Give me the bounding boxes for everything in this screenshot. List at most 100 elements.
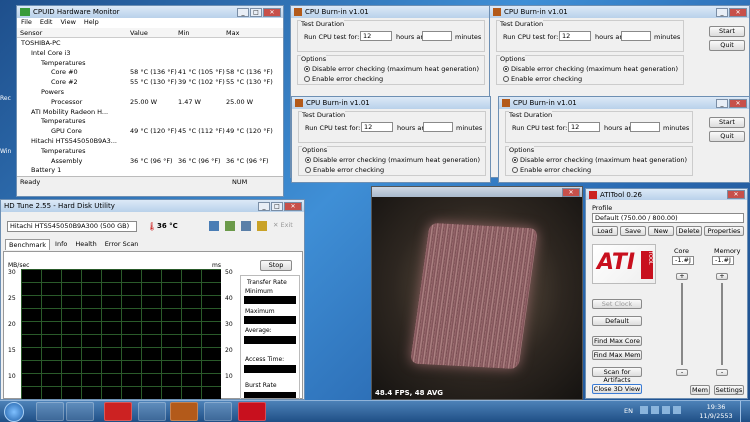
disable-error-radio[interactable]: Disable error checking (maximum heat gen… [304,65,479,73]
desktop-icon-windows[interactable]: Win [0,148,14,155]
close-icon[interactable]: ✕ [284,201,302,211]
col-max[interactable]: Max [226,29,239,37]
load-button[interactable]: Load [592,226,618,236]
new-button[interactable]: New [648,226,674,236]
burnin-titlebar[interactable]: CPU Burn-in v1.01 [291,6,489,18]
sensor-row[interactable]: Temperatures [17,146,283,156]
hours-field[interactable]: 12 [361,122,393,132]
enable-error-radio[interactable]: Enable error checking [305,166,384,174]
maximize-icon[interactable]: □ [250,7,262,17]
exit-button[interactable]: ✕ Exit [273,221,293,231]
sensor-row[interactable]: TOSHIBA-PC [17,38,283,48]
explorer-icon[interactable] [66,402,94,421]
sensor-row[interactable]: Temperatures [17,116,283,126]
burnin-task-icon[interactable] [170,402,198,421]
hours-field[interactable]: 12 [360,31,392,41]
clock-time[interactable]: 19:36 [698,403,734,411]
profile-select[interactable]: Default (750.00 / 800.00) [592,213,744,223]
hdtune-titlebar[interactable]: HD Tune 2.55 - Hard Disk Utility _ □ ✕ [1,200,304,212]
close-icon[interactable]: ✕ [729,98,747,108]
sensor-row[interactable]: ATI Mobility Radeon H... [17,107,283,117]
quit-button[interactable]: Quit [709,40,745,51]
tray-icon[interactable] [662,406,670,414]
minimize-icon[interactable]: _ [716,98,728,108]
col-min[interactable]: Min [178,29,190,37]
tab-benchmark[interactable]: Benchmark [5,239,51,250]
memory-up-button[interactable]: + [716,273,728,280]
default-button[interactable]: Default [592,316,642,326]
close-icon[interactable]: ✕ [562,187,580,197]
burnin-titlebar[interactable]: CPU Burn-in v1.01 [292,97,490,109]
close-icon[interactable]: ✕ [263,7,281,17]
ie-icon[interactable] [36,402,64,421]
drive-select[interactable]: Hitachi HTS545050B9A300 (500 GB) [7,221,137,232]
sensor-row[interactable]: GPU Core 49 °C (120 °F) 45 °C (112 °F) 49 °… [17,126,283,136]
core-slider-track[interactable] [681,283,683,365]
tray-icon[interactable] [651,406,659,414]
settings-button[interactable]: Settings [714,385,744,395]
close-icon[interactable]: ✕ [729,7,747,17]
monitor-task-icon[interactable] [204,402,232,421]
sensor-row[interactable]: Core #2 55 °C (130 °F) 39 °C (102 °F) 55 °C… [17,77,283,87]
menu-file[interactable]: File [21,18,32,28]
disable-error-radio[interactable]: Disable error checking (maximum heat gen… [512,156,687,164]
tool-task-icon[interactable] [138,402,166,421]
copy-text-icon[interactable] [225,221,235,231]
save-button[interactable]: Save [620,226,646,236]
sensor-row[interactable]: Processor 25.00 W 1.47 W 25.00 W [17,97,283,107]
tab-health[interactable]: Health [72,239,99,250]
burnin-titlebar[interactable]: CPU Burn-in v1.01 _ ✕ [490,6,749,18]
minutes-field[interactable] [621,31,651,41]
minimize-icon[interactable]: _ [716,7,728,17]
enable-error-radio[interactable]: Enable error checking [304,75,383,83]
mem-button[interactable]: Mem [690,385,710,395]
col-sensor[interactable]: Sensor [20,29,42,37]
menu-help[interactable]: Help [84,18,99,28]
core-up-button[interactable]: + [676,273,688,280]
hours-field[interactable]: 12 [568,122,600,132]
hdtune-task-icon[interactable] [104,402,132,421]
find-max-mem-button[interactable]: Find Max Mem [592,350,642,360]
desktop-icon-recycle[interactable]: Rec [0,95,14,102]
memory-down-button[interactable]: - [716,369,728,376]
set-clock-button[interactable]: Set Clock [592,299,642,309]
disable-error-radio[interactable]: Disable error checking (maximum heat gen… [503,65,678,73]
minutes-field[interactable] [423,122,453,132]
memory-clock-field[interactable]: -1.#J [712,256,734,265]
burnin-titlebar[interactable]: CPU Burn-in v1.01 _ ✕ [499,97,749,109]
scan-artifacts-button[interactable]: Scan for Artifacts [592,367,642,384]
tab-info[interactable]: Info [52,239,70,250]
stop-button[interactable]: Stop [260,260,292,271]
sensor-row[interactable]: Hitachi HTS545050B9A3... [17,136,283,146]
quit-button[interactable]: Quit [709,131,745,142]
close-icon[interactable]: ✕ [727,190,745,199]
minutes-field[interactable] [630,122,660,132]
memory-slider-track[interactable] [721,283,723,365]
options-icon[interactable] [257,221,267,231]
save-icon[interactable] [241,221,251,231]
menu-edit[interactable]: Edit [40,18,53,28]
core-clock-field[interactable]: -1.#J [672,256,694,265]
minimize-icon[interactable]: _ [258,201,270,211]
hours-field[interactable]: 12 [559,31,591,41]
close-3d-view-button[interactable]: Close 3D View [592,384,642,394]
maximize-icon[interactable]: □ [271,201,283,211]
col-value[interactable]: Value [130,29,148,37]
show-desktop-button[interactable] [740,401,750,422]
start-button[interactable] [4,402,24,422]
sensor-row[interactable]: Intel Core i3 [17,48,283,58]
properties-button[interactable]: Properties [704,226,744,236]
start-button[interactable]: Start [709,26,745,37]
language-indicator[interactable]: EN [624,407,633,415]
sensor-row[interactable]: Assembly 36 °C (96 °F) 36 °C (96 °F) 36 °C … [17,156,283,166]
start-button[interactable]: Start [709,117,745,128]
tab-error-scan[interactable]: Error Scan [102,239,142,250]
hwmonitor-titlebar[interactable]: CPUID Hardware Monitor _ □ ✕ [17,6,283,18]
find-max-core-button[interactable]: Find Max Core [592,336,642,346]
clock-date[interactable]: 11/9/2553 [698,412,734,420]
tray-icon[interactable] [673,406,681,414]
atitool-titlebar[interactable]: ATITool 0.26 ✕ [586,189,747,200]
menu-view[interactable]: View [60,18,75,28]
render-titlebar[interactable]: ✕ [372,187,582,197]
enable-error-radio[interactable]: Enable error checking [503,75,582,83]
